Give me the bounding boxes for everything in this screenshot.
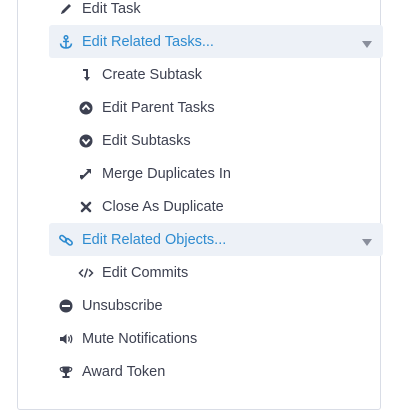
anchor-icon	[58, 34, 74, 50]
link-icon	[58, 232, 74, 248]
pencil-icon	[58, 1, 74, 17]
subtask-arrow-icon	[78, 67, 94, 83]
edit-related-objects-label: Edit Related Objects...	[82, 231, 227, 248]
parent-task-icon	[78, 100, 94, 116]
action-menu-panel: Edit Task Edit Related Tasks... Create S…	[17, 0, 383, 410]
chevron-down-icon	[361, 37, 373, 48]
chevron-down-icon	[361, 235, 373, 246]
unsubscribe-item[interactable]: Unsubscribe	[58, 289, 388, 322]
merge-duplicates-item[interactable]: Merge Duplicates In	[78, 157, 378, 190]
edit-commits-item[interactable]: Edit Commits	[78, 256, 378, 289]
create-subtask-label: Create Subtask	[102, 66, 202, 83]
edit-subtasks-item[interactable]: Edit Subtasks	[78, 124, 378, 157]
edit-parent-tasks-item[interactable]: Edit Parent Tasks	[78, 91, 378, 124]
speaker-icon	[58, 331, 74, 347]
award-token-label: Award Token	[82, 363, 166, 380]
edit-subtasks-label: Edit Subtasks	[102, 132, 191, 149]
edit-task-item[interactable]: Edit Task	[58, 0, 388, 25]
mute-notifications-item[interactable]: Mute Notifications	[58, 322, 388, 355]
unsubscribe-label: Unsubscribe	[82, 297, 163, 314]
mute-notifications-label: Mute Notifications	[82, 330, 198, 347]
edit-related-tasks-group[interactable]: Edit Related Tasks...	[49, 25, 383, 58]
edit-related-tasks-label: Edit Related Tasks...	[82, 33, 214, 50]
merge-duplicates-label: Merge Duplicates In	[102, 165, 231, 182]
minus-circle-icon	[58, 298, 74, 314]
award-token-item[interactable]: Award Token	[58, 355, 388, 388]
close-as-duplicate-item[interactable]: Close As Duplicate	[78, 190, 378, 223]
edit-parent-tasks-label: Edit Parent Tasks	[102, 99, 215, 116]
edit-related-objects-group[interactable]: Edit Related Objects...	[49, 223, 383, 256]
close-as-duplicate-label: Close As Duplicate	[102, 198, 224, 215]
subtasks-icon	[78, 133, 94, 149]
create-subtask-item[interactable]: Create Subtask	[78, 58, 378, 91]
merge-icon	[78, 166, 94, 182]
close-x-icon	[78, 199, 94, 215]
edit-commits-label: Edit Commits	[102, 264, 189, 281]
trophy-icon	[58, 364, 74, 380]
code-icon	[78, 265, 94, 281]
edit-task-label: Edit Task	[82, 0, 141, 17]
